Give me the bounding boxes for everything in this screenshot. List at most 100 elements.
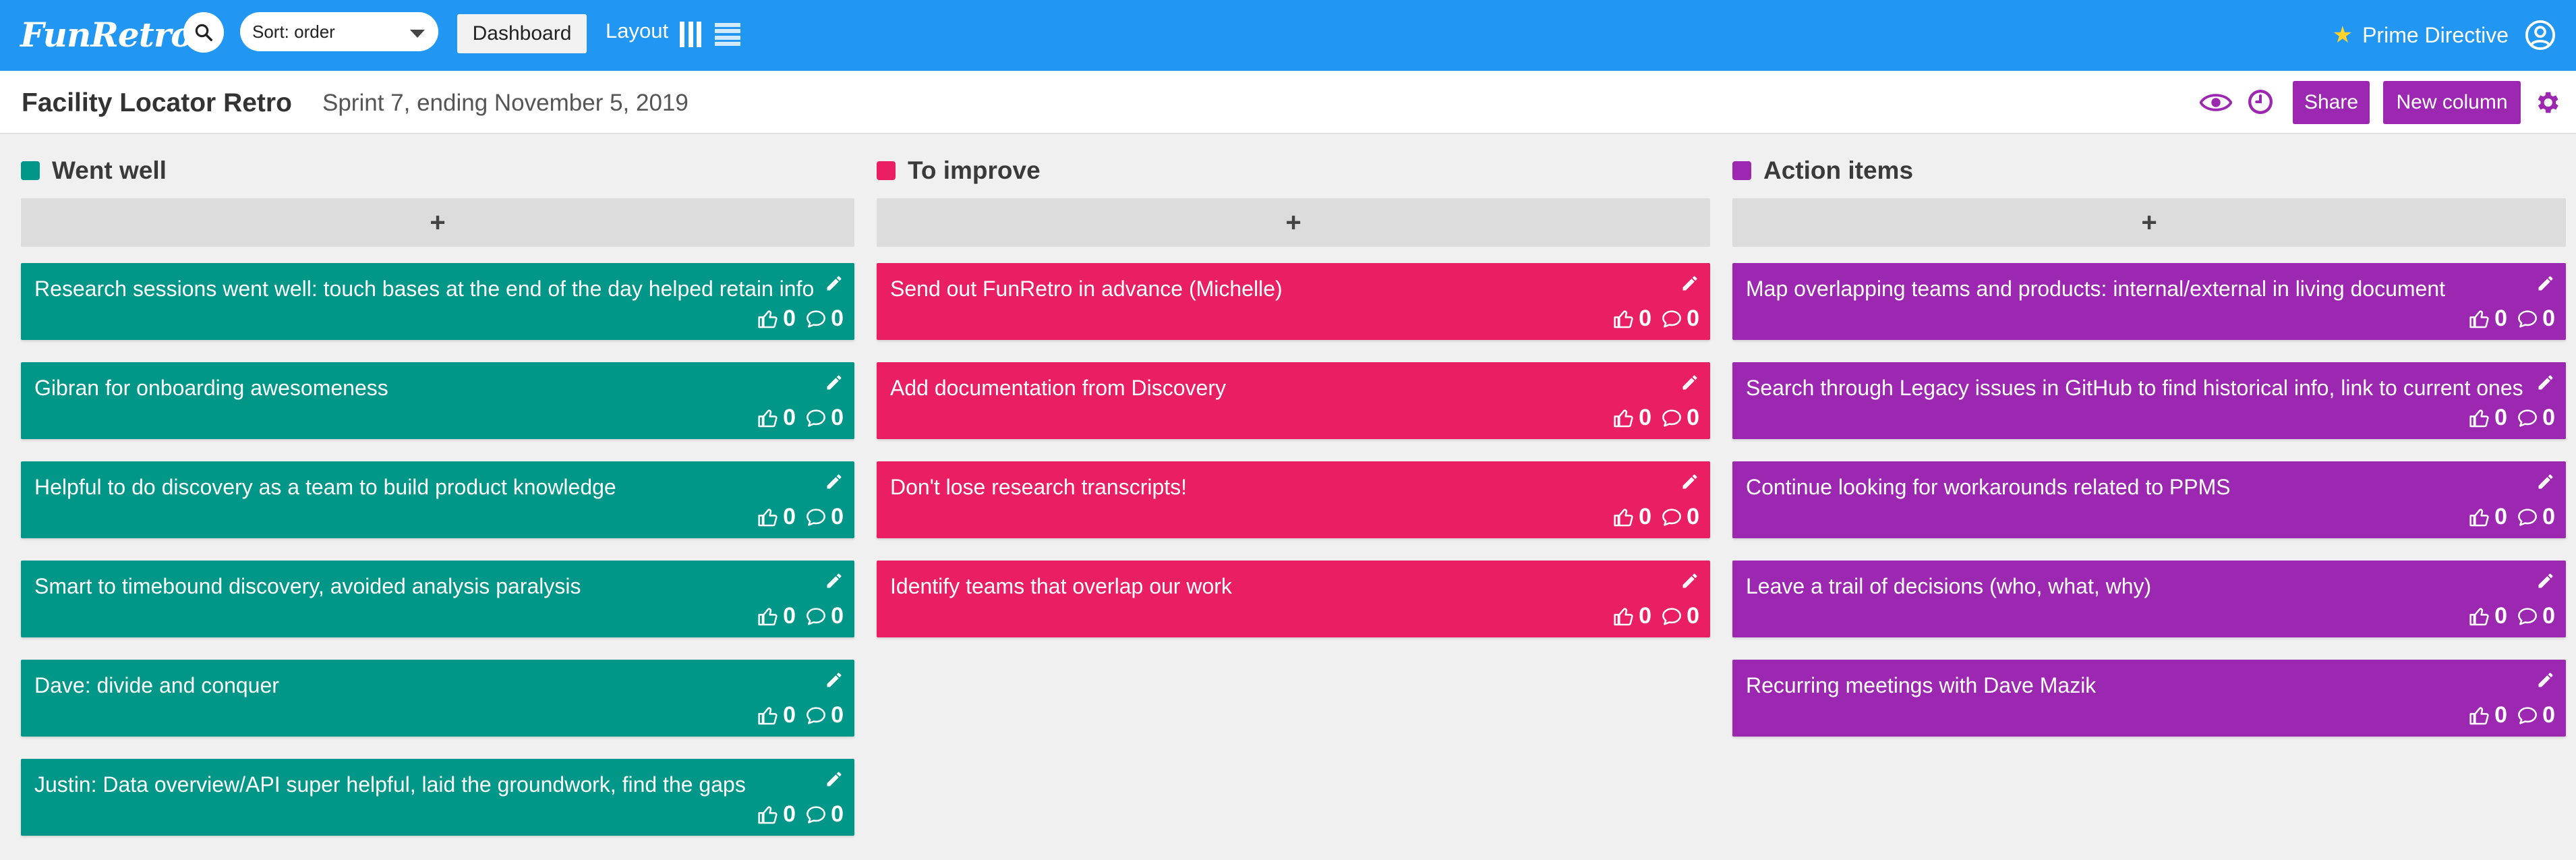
comment-icon[interactable] xyxy=(805,705,827,726)
pencil-icon[interactable] xyxy=(1680,373,1699,392)
card-text: Search through Legacy issues in GitHub t… xyxy=(1746,376,2523,400)
thumbs-up-icon[interactable] xyxy=(2469,705,2490,726)
dashboard-button[interactable]: Dashboard xyxy=(457,14,587,53)
pencil-icon[interactable] xyxy=(2536,472,2555,491)
thumbs-up-icon[interactable] xyxy=(1613,308,1635,330)
thumbs-up-icon[interactable] xyxy=(1613,407,1635,429)
card-stats: 00 xyxy=(757,405,844,431)
column-title[interactable]: Went well xyxy=(52,156,167,185)
app-logo[interactable]: FunRetro xyxy=(20,13,193,57)
add-card-button[interactable]: + xyxy=(877,198,1710,247)
layout-label: Layout xyxy=(606,19,669,42)
thumbs-up-icon[interactable] xyxy=(757,606,779,627)
vote-count: 0 xyxy=(783,306,796,331)
retro-card[interactable]: Map overlapping teams and products: inte… xyxy=(1732,263,2566,340)
pencil-icon[interactable] xyxy=(825,472,844,491)
comment-icon[interactable] xyxy=(805,507,827,528)
add-card-button[interactable]: + xyxy=(21,198,854,247)
retro-card[interactable]: Justin: Data overview/API super helpful,… xyxy=(21,759,854,836)
retro-card[interactable]: Send out FunRetro in advance (Michelle) 0… xyxy=(877,263,1710,340)
comment-count: 0 xyxy=(1687,306,1699,331)
retro-card[interactable]: Add documentation from Discovery 0 0 xyxy=(877,362,1710,439)
card-stats: 00 xyxy=(2469,702,2555,728)
comment-icon[interactable] xyxy=(805,407,827,429)
column-color-swatch[interactable] xyxy=(877,161,896,180)
pencil-icon[interactable] xyxy=(825,571,844,590)
thumbs-up-icon[interactable] xyxy=(757,507,779,528)
comment-count: 0 xyxy=(831,306,844,331)
comment-icon[interactable] xyxy=(805,606,827,627)
comment-icon[interactable] xyxy=(2517,705,2538,726)
comment-icon[interactable] xyxy=(2517,606,2538,627)
retro-card[interactable]: Research sessions went well: touch bases… xyxy=(21,263,854,340)
vote-count: 0 xyxy=(1639,504,1652,529)
thumbs-up-icon[interactable] xyxy=(1613,606,1635,627)
comment-icon[interactable] xyxy=(1661,407,1682,429)
retro-card[interactable]: Identify teams that overlap our work 0 0 xyxy=(877,561,1710,637)
retro-card[interactable]: Dave: divide and conquer 0 0 xyxy=(21,660,854,737)
card-text: Recurring meetings with Dave Mazik xyxy=(1746,673,2097,697)
comment-icon[interactable] xyxy=(2517,507,2538,528)
share-button[interactable]: Share xyxy=(2293,81,2370,124)
eye-icon[interactable] xyxy=(2200,91,2232,114)
board-title[interactable]: Facility Locator Retro xyxy=(22,88,292,118)
pencil-icon[interactable] xyxy=(825,274,844,293)
column-action-items: Action items + Map overlapping teams and p… xyxy=(1732,152,2566,759)
pencil-icon[interactable] xyxy=(825,670,844,689)
retro-card[interactable]: Recurring meetings with Dave Mazik 0 0 xyxy=(1732,660,2566,737)
retro-card[interactable]: Continue looking for workarounds related… xyxy=(1732,461,2566,538)
pencil-icon[interactable] xyxy=(1680,472,1699,491)
comment-count: 0 xyxy=(2542,603,2555,629)
layout-columns-icon[interactable] xyxy=(680,22,701,47)
thumbs-up-icon[interactable] xyxy=(757,407,779,429)
comment-icon[interactable] xyxy=(2517,407,2538,429)
sort-select-value: Sort: order xyxy=(252,21,335,42)
vote-count: 0 xyxy=(783,405,796,430)
sort-select[interactable]: Sort: order xyxy=(240,12,438,51)
prime-directive-link[interactable]: ★ Prime Directive xyxy=(2333,22,2509,49)
user-account-icon[interactable] xyxy=(2525,20,2556,51)
pencil-icon[interactable] xyxy=(2536,571,2555,590)
comment-icon[interactable] xyxy=(1661,606,1682,627)
pencil-icon[interactable] xyxy=(1680,274,1699,293)
pencil-icon[interactable] xyxy=(825,770,844,789)
retro-card[interactable]: Leave a trail of decisions (who, what, w… xyxy=(1732,561,2566,637)
comment-icon[interactable] xyxy=(1661,507,1682,528)
thumbs-up-icon[interactable] xyxy=(757,804,779,826)
gear-icon[interactable] xyxy=(2533,88,2561,117)
column-color-swatch[interactable] xyxy=(1732,161,1751,180)
new-column-button[interactable]: New column xyxy=(2383,81,2521,124)
thumbs-up-icon[interactable] xyxy=(2469,308,2490,330)
pencil-icon[interactable] xyxy=(1680,571,1699,590)
thumbs-up-icon[interactable] xyxy=(2469,507,2490,528)
thumbs-up-icon[interactable] xyxy=(2469,606,2490,627)
thumbs-up-icon[interactable] xyxy=(757,705,779,726)
clock-icon[interactable] xyxy=(2247,88,2274,115)
comment-icon[interactable] xyxy=(1661,308,1682,330)
column-went-well: Went well + Research sessions went well: t… xyxy=(21,152,854,858)
retro-card[interactable]: Helpful to do discovery as a team to bui… xyxy=(21,461,854,538)
column-title[interactable]: Action items xyxy=(1763,156,1913,185)
comment-icon[interactable] xyxy=(2517,308,2538,330)
column-color-swatch[interactable] xyxy=(21,161,40,180)
pencil-icon[interactable] xyxy=(2536,670,2555,689)
retro-card[interactable]: Gibran for onboarding awesomeness 0 0 xyxy=(21,362,854,439)
thumbs-up-icon[interactable] xyxy=(757,308,779,330)
retro-card[interactable]: Don't lose research transcripts! 0 0 xyxy=(877,461,1710,538)
thumbs-up-icon[interactable] xyxy=(1613,507,1635,528)
retro-card[interactable]: Smart to timebound discovery, avoided an… xyxy=(21,561,854,637)
thumbs-up-icon[interactable] xyxy=(2469,407,2490,429)
vote-count: 0 xyxy=(1639,603,1652,629)
comment-icon[interactable] xyxy=(805,308,827,330)
search-button[interactable] xyxy=(183,12,224,53)
comment-icon[interactable] xyxy=(805,804,827,826)
pencil-icon[interactable] xyxy=(825,373,844,392)
comment-count: 0 xyxy=(831,603,844,629)
add-card-button[interactable]: + xyxy=(1732,198,2566,247)
pencil-icon[interactable] xyxy=(2536,373,2555,392)
pencil-icon[interactable] xyxy=(2536,274,2555,293)
card-text: Identify teams that overlap our work xyxy=(890,574,1232,598)
layout-rows-icon[interactable] xyxy=(715,23,740,46)
column-title[interactable]: To improve xyxy=(908,156,1041,185)
retro-card[interactable]: Search through Legacy issues in GitHub t… xyxy=(1732,362,2566,439)
